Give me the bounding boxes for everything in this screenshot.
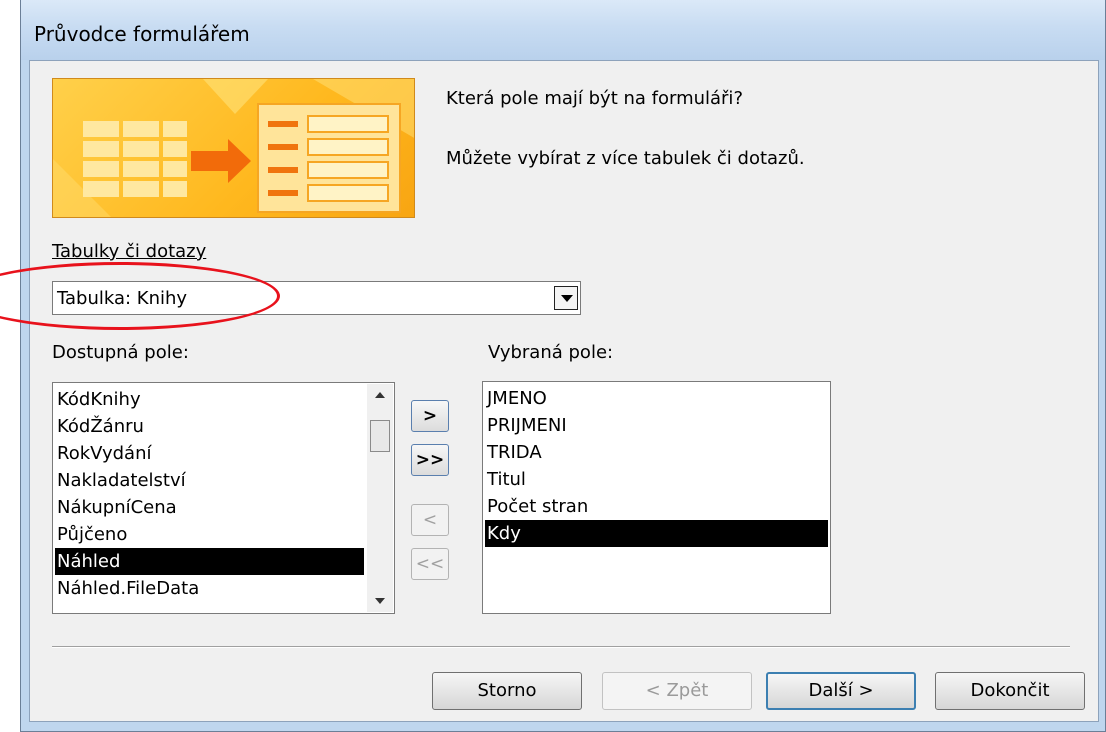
add-field-button[interactable]: > — [411, 400, 449, 432]
available-fields-label: Dostupná pole: — [52, 342, 189, 363]
window-title: Průvodce formulářem — [34, 22, 250, 46]
wizard-question: Která pole mají být na formuláři? — [446, 88, 743, 109]
list-item-selected[interactable]: Náhled — [55, 548, 364, 575]
dropdown-button[interactable] — [554, 286, 578, 310]
add-all-fields-button[interactable]: >> — [411, 444, 449, 476]
back-button[interactable]: < Zpět — [602, 672, 752, 710]
list-item[interactable]: TRIDA — [485, 439, 828, 466]
available-fields-list[interactable]: KódKnihy KódŽánru RokVydání Nakladatelst… — [52, 382, 395, 614]
wizard-illustration-icon — [52, 78, 415, 218]
list-item[interactable]: PRIJMENI — [485, 412, 828, 439]
title-bar[interactable]: Průvodce formulářem — [21, 0, 1105, 60]
list-item[interactable]: Náhled.FileData — [55, 575, 392, 602]
cancel-button[interactable]: Storno — [432, 672, 582, 710]
next-button[interactable]: Další > — [766, 672, 916, 710]
list-item[interactable]: Půjčeno — [55, 521, 392, 548]
list-item[interactable]: Nakladatelství — [55, 467, 392, 494]
list-item[interactable]: Počet stran — [485, 493, 828, 520]
selected-fields-list[interactable]: JMENO PRIJMENI TRIDA Titul Počet stran K… — [482, 381, 831, 614]
selected-fields-label: Vybraná pole: — [488, 342, 614, 363]
list-item[interactable]: KódŽánru — [55, 413, 392, 440]
remove-all-fields-button[interactable]: << — [411, 548, 449, 580]
finish-button[interactable]: Dokončit — [935, 672, 1085, 710]
list-item[interactable]: NákupníCena — [55, 494, 392, 521]
wizard-hint: Můžete vybírat z více tabulek či dotazů. — [446, 148, 805, 169]
list-item[interactable]: RokVydání — [55, 440, 392, 467]
list-item[interactable]: Titul — [485, 466, 828, 493]
scrollbar-thumb[interactable] — [370, 420, 390, 452]
scroll-up-icon[interactable] — [375, 392, 385, 398]
dialog-body: Která pole mají být na formuláři? Můžete… — [29, 60, 1099, 722]
list-item[interactable]: KódKnihy — [55, 386, 392, 413]
source-label: Tabulky či dotazy — [52, 241, 207, 262]
vertical-scrollbar[interactable] — [367, 384, 393, 612]
remove-field-button[interactable]: < — [411, 504, 449, 536]
list-item[interactable]: JMENO — [485, 385, 828, 412]
form-wizard-window: Průvodce formulářem Která pole mají být … — [20, 0, 1106, 732]
scroll-down-icon[interactable] — [375, 598, 385, 604]
chevron-down-icon — [561, 295, 573, 302]
list-item-selected[interactable]: Kdy — [485, 520, 828, 547]
footer-divider — [52, 646, 1070, 648]
